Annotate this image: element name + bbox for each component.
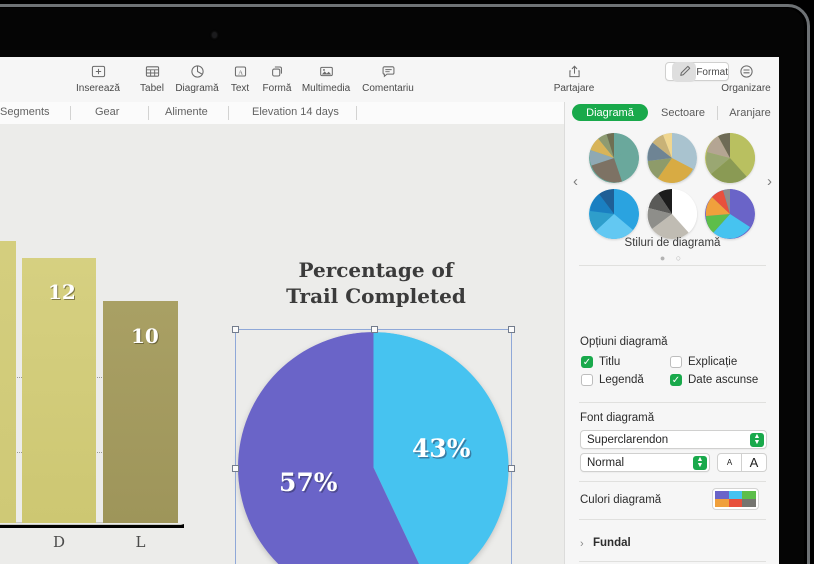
selection-handle-n[interactable]	[371, 326, 378, 333]
inspector-segment-bar: Diagramă Sectoare Aranjare	[564, 102, 779, 124]
pie-selection-box[interactable]	[235, 329, 512, 564]
font-family-select[interactable]: Superclarendon ▲▼	[580, 430, 767, 449]
toolbar-label: Comentariu	[356, 83, 420, 94]
toolbar-label: Partajare	[542, 83, 606, 94]
font-family-value: Superclarendon	[587, 434, 668, 446]
sheet-tab-elevation[interactable]: Elevation 14 days	[252, 106, 339, 118]
bar-axis-label-l: L	[103, 533, 178, 551]
bar-axis-label-d: D	[22, 533, 96, 551]
sheet-tab-segments[interactable]: Segments	[0, 106, 50, 118]
pie-chart-title: Percentage of Trail Completed	[236, 257, 516, 309]
chart-style-2[interactable]	[647, 133, 697, 183]
toolbar-item-share[interactable]: Partajare	[542, 62, 606, 94]
chart-style-6[interactable]	[705, 189, 755, 239]
stepper-icon: ▲▼	[750, 433, 764, 447]
gallery-page-dots: ● ○	[565, 253, 779, 263]
sheet-tab-strip: Segments Gear Alimente Elevation 14 days…	[0, 102, 779, 125]
chart-font-heading: Font diagramă	[580, 412, 654, 424]
tab-diagrama[interactable]: Diagramă	[572, 104, 648, 121]
toolbar-item-organize[interactable]: Organizare	[714, 62, 778, 94]
divider	[579, 481, 766, 482]
label-legenda: Legendă	[599, 374, 644, 386]
bar-value-d: 12	[48, 280, 76, 304]
chart-style-1[interactable]	[589, 133, 639, 183]
font-size-small-label: A	[727, 458, 732, 467]
webcam-icon	[212, 32, 217, 38]
checkbox-legenda[interactable]	[581, 374, 593, 386]
sheet-tab-gear[interactable]: Gear	[95, 106, 119, 118]
chart-style-gallery: ‹ › Sti	[565, 127, 779, 247]
chart-style-3[interactable]	[705, 133, 755, 183]
disclosure-chevron-icon-fundal[interactable]: ›	[580, 538, 584, 550]
comment-icon	[356, 62, 420, 81]
selection-handle-ne[interactable]	[508, 326, 515, 333]
selection-handle-nw[interactable]	[232, 326, 239, 333]
tab-sectoare[interactable]: Sectoare	[652, 104, 714, 121]
checkbox-date-ascunse[interactable]: ✓	[670, 374, 682, 386]
bar-chart[interactable]: 12 10 D L	[0, 249, 178, 564]
tab-aranjare[interactable]: Aranjare	[723, 104, 777, 121]
tab-separator	[356, 106, 357, 120]
tab-separator	[148, 106, 149, 120]
toolbar: Inserează Tabel Diagramă A Text	[0, 57, 779, 103]
chevron-right-icon[interactable]: ›	[767, 173, 772, 190]
chart-colors-swatch-grid	[715, 491, 756, 507]
pie-title-line-2: Trail Completed	[236, 283, 516, 309]
selection-handle-e[interactable]	[508, 465, 515, 472]
font-weight-value: Normal	[587, 457, 624, 469]
divider	[579, 561, 766, 562]
toolbar-item-comment[interactable]: Comentariu	[356, 62, 420, 94]
format-brush-icon	[672, 62, 696, 82]
label-date-ascunse: Date ascunse	[688, 374, 758, 386]
chart-colors-label: Culori diagramă	[580, 494, 661, 506]
divider	[579, 402, 766, 403]
stepper-icon: ▲▼	[693, 456, 707, 470]
divider	[579, 519, 766, 520]
font-size-large-label: A	[750, 455, 759, 470]
chart-options-heading: Opțiuni diagramă	[580, 336, 668, 348]
chart-style-4[interactable]	[589, 189, 639, 239]
tab-separator	[70, 106, 71, 120]
bar-value-l: 10	[131, 324, 159, 348]
font-size-increase-button[interactable]: A	[742, 453, 767, 472]
disclosure-label-fundal[interactable]: Fundal	[593, 537, 631, 549]
chart-style-gallery-label: Stiluri de diagramă	[565, 237, 779, 249]
tab-separator	[228, 106, 229, 120]
document-canvas[interactable]: 12 10 D L Percentage of Trail Completed	[0, 124, 564, 564]
toolbar-label: Multimedia	[294, 83, 358, 94]
toolbar-item-media[interactable]: Multimedia	[294, 62, 358, 94]
label-explicatie: Explicație	[688, 356, 737, 368]
toolbar-label: Organizare	[714, 83, 778, 94]
display-bezel: Inserează Tabel Diagramă A Text	[0, 0, 814, 564]
organize-icon	[714, 62, 778, 81]
label-titlu: Titlu	[599, 356, 620, 368]
font-size-decrease-button[interactable]: A	[717, 453, 742, 472]
chart-style-5[interactable]	[647, 189, 697, 239]
chart-colors-swatch-button[interactable]	[712, 488, 759, 510]
chevron-left-icon[interactable]: ‹	[573, 173, 578, 190]
checkbox-titlu[interactable]: ✓	[581, 356, 593, 368]
selection-handle-w[interactable]	[232, 465, 239, 472]
svg-text:A: A	[238, 69, 243, 76]
font-weight-select[interactable]: Normal ▲▼	[580, 453, 710, 472]
bar-0[interactable]	[0, 241, 16, 523]
format-inspector-panel: ‹ › Sti	[564, 124, 779, 564]
sheet-tab-alimente[interactable]: Alimente	[165, 106, 208, 118]
share-icon	[542, 62, 606, 81]
pie-title-line-1: Percentage of	[236, 257, 516, 283]
divider	[579, 265, 766, 266]
app-window: Inserează Tabel Diagramă A Text	[0, 57, 779, 564]
media-icon	[294, 62, 358, 81]
checkbox-explicatie[interactable]	[670, 356, 682, 368]
